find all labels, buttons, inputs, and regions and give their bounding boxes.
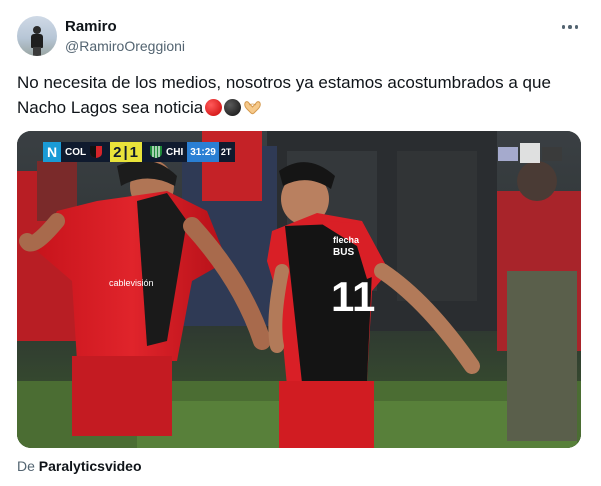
attribution-prefix: De [17,458,35,474]
shirt-sponsor-right-1: flecha [333,235,360,245]
shirt-sponsor-left: cablevisión [109,278,154,288]
avatar-figure-head [33,26,41,34]
avatar-figure-body [31,34,43,48]
tweet-text: No necesita de los medios, nosotros ya e… [17,70,577,120]
video-player[interactable]: 11 flecha BUS cablevisión N COL 2 | 1 CHI … [17,131,581,448]
red-circle-icon [205,99,223,116]
black-circle-icon [224,99,242,116]
broadcaster-watermark [498,143,562,163]
tweet-text-line-2-text: Nacho Lagos sea noticia [17,98,204,117]
away-team-label: CHI [166,146,184,158]
heart-hands-icon [243,99,261,116]
away-crest-icon [150,146,162,158]
avatar-figure-legs [33,47,41,56]
display-name[interactable]: Ramiro [65,18,117,36]
user-handle[interactable]: @RamiroOreggioni [65,38,185,55]
more-options-icon[interactable] [556,20,584,34]
channel-logo: N [43,142,61,162]
home-team-label: COL [65,146,87,158]
tweet-card[interactable]: Ramiro @RamiroOreggioni No necesita de l… [0,0,601,486]
home-crest-icon [90,146,103,158]
scoreboard-overlay: N COL 2 | 1 CHI 31:29 2T [43,142,236,162]
video-frame: 11 flecha BUS cablevisión [17,131,581,448]
score: 2 | 1 [110,142,142,162]
shirt-sponsor-right-2: BUS [333,247,354,258]
attribution-source-link[interactable]: Paralyticsvideo [39,458,142,474]
media-attribution: De Paralyticsvideo [17,458,142,475]
match-clock: 31:29 [187,142,219,162]
home-team: COL [61,142,111,162]
avatar[interactable] [17,16,57,56]
tweet-text-line-1: No necesita de los medios, nosotros ya e… [17,73,551,92]
away-score: 1 [129,143,139,161]
home-score: 2 [113,143,123,161]
tweet-text-line-2: Nacho Lagos sea noticia [17,95,577,120]
away-team: CHI [142,142,188,162]
shirt-number: 11 [331,273,375,320]
match-period: 2T [218,142,236,162]
